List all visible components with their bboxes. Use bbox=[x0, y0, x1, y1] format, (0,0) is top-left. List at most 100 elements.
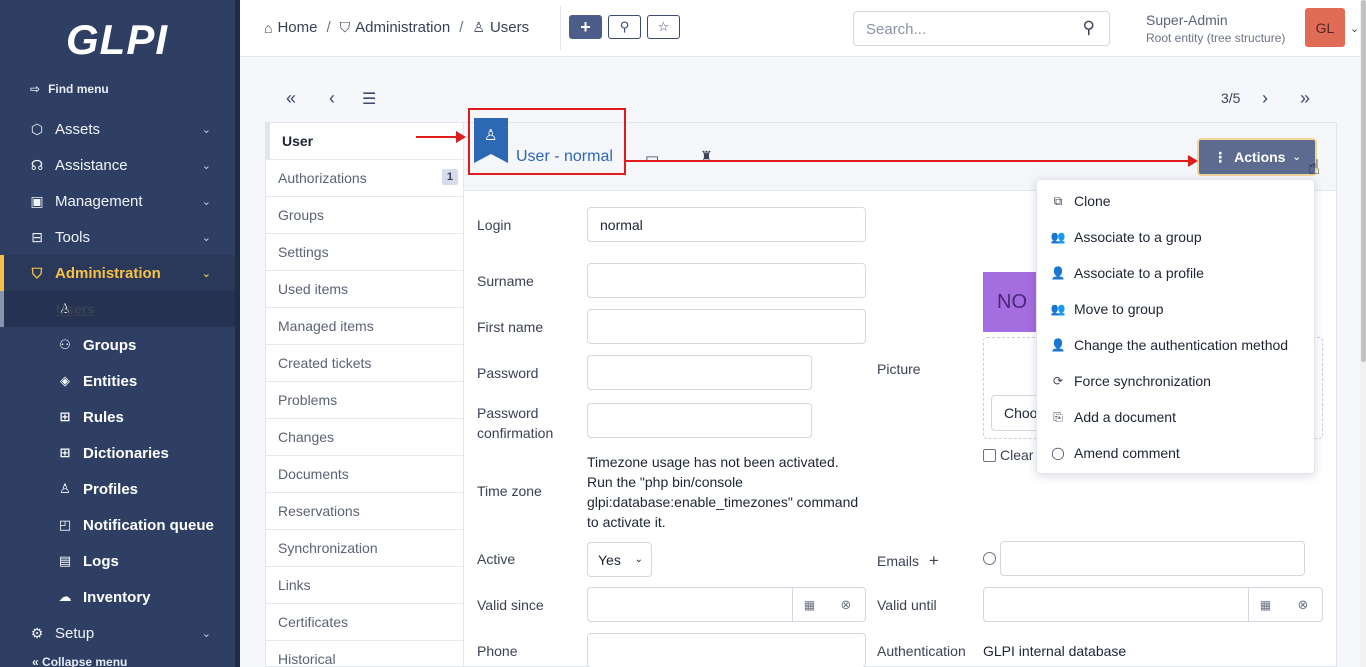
tab-settings[interactable]: Settings bbox=[266, 234, 463, 271]
menu-item-associate-group[interactable]: 👥 Associate to a group bbox=[1037, 219, 1316, 255]
sidebar-subitem-rules[interactable]: ⊞ Rules bbox=[0, 399, 235, 435]
tab-historical[interactable]: Historical bbox=[266, 641, 463, 667]
sidebar-subitem-profiles[interactable]: ♙ Profiles bbox=[0, 471, 235, 507]
sidebar-subitem-label: Rules bbox=[83, 408, 124, 426]
add-button[interactable]: + bbox=[569, 15, 602, 39]
tab-changes[interactable]: Changes bbox=[266, 419, 463, 456]
sidebar-subitem-inventory[interactable]: ☁ Inventory bbox=[0, 579, 235, 615]
sidebar-subitem-entities[interactable]: ◈ Entities bbox=[0, 363, 235, 399]
toolbar-divider bbox=[560, 6, 561, 50]
kebab-icon: ⋮ bbox=[1213, 148, 1228, 165]
firstname-input[interactable] bbox=[587, 309, 866, 344]
id-card-icon[interactable]: ▭ bbox=[645, 149, 659, 167]
sidebar-item-setup[interactable]: ⚙ Setup ⌄ bbox=[0, 615, 235, 651]
login-input[interactable]: normal bbox=[587, 207, 866, 242]
global-search-input[interactable]: Search... ⚲ bbox=[853, 11, 1110, 46]
sidebar-item-assistance[interactable]: ☊ Assistance ⌄ bbox=[0, 147, 235, 183]
sidebar-item-administration[interactable]: ⛉ Administration ⌄ bbox=[0, 255, 235, 291]
tab-managed-items[interactable]: Managed items bbox=[266, 308, 463, 345]
tab-label: User bbox=[282, 133, 314, 149]
book-icon: ⊞ bbox=[59, 409, 71, 424]
bookmark-button[interactable]: ☆ bbox=[647, 15, 680, 39]
password-input[interactable] bbox=[587, 355, 812, 390]
menu-item-label: Amend comment bbox=[1074, 445, 1180, 461]
sidebar-scrollbar[interactable] bbox=[235, 0, 240, 667]
user-check-icon: ♙ bbox=[59, 481, 71, 496]
breadcrumb-home[interactable]: Home bbox=[277, 19, 317, 36]
menu-item-amend-comment[interactable]: ◯ Amend comment bbox=[1037, 435, 1316, 471]
tab-label: Problems bbox=[278, 392, 338, 408]
firstname-label: First name bbox=[477, 319, 544, 335]
tab-synchronization[interactable]: Synchronization bbox=[266, 530, 463, 567]
robot-icon[interactable]: ♜ bbox=[700, 148, 713, 165]
sidebar-item-tools[interactable]: ⊟ Tools ⌄ bbox=[0, 219, 235, 255]
clear-icon[interactable]: ⊗ bbox=[1286, 587, 1320, 622]
double-chevron-left-icon: « bbox=[32, 655, 39, 667]
menu-item-force-sync[interactable]: ⟳ Force synchronization bbox=[1037, 363, 1316, 399]
glpi-logo[interactable]: GLPI bbox=[66, 16, 168, 64]
breadcrumb-users[interactable]: Users bbox=[490, 19, 529, 36]
surname-label: Surname bbox=[477, 273, 534, 289]
collapse-menu-button[interactable]: « Collapse menu bbox=[32, 655, 127, 667]
layers-icon: ◈ bbox=[60, 373, 70, 388]
checkbox[interactable] bbox=[983, 448, 996, 462]
tab-links[interactable]: Links bbox=[266, 567, 463, 604]
page-scrollbar-thumb[interactable] bbox=[1361, 0, 1366, 362]
last-record-button[interactable]: » bbox=[1300, 88, 1310, 109]
menu-item-add-document[interactable]: ⎘ Add a document bbox=[1037, 399, 1316, 435]
sidebar-subitem-users[interactable]: ♙ Users bbox=[0, 291, 235, 327]
default-email-radio[interactable] bbox=[983, 552, 996, 565]
sidebar-subitem-groups[interactable]: ⚇ Groups bbox=[0, 327, 235, 363]
menu-item-clone[interactable]: ⧉ Clone bbox=[1037, 183, 1316, 219]
timezone-note: Timezone usage has not been activated. R… bbox=[587, 454, 859, 530]
sidebar-subitem-notification-queue[interactable]: ◰ Notification queue bbox=[0, 507, 235, 543]
tab-documents[interactable]: Documents bbox=[266, 456, 463, 493]
first-record-button[interactable]: « bbox=[286, 88, 296, 109]
list-view-button[interactable]: ☰ bbox=[362, 89, 376, 109]
tab-reservations[interactable]: Reservations bbox=[266, 493, 463, 530]
active-value: Yes bbox=[598, 552, 621, 568]
tab-list: User Authorizations 1 Groups Settings Use… bbox=[265, 122, 464, 667]
menu-item-move-to-group[interactable]: 👥 Move to group bbox=[1037, 291, 1316, 327]
clear-icon[interactable]: ⊗ bbox=[829, 587, 863, 622]
tab-created-tickets[interactable]: Created tickets bbox=[266, 345, 463, 382]
tab-problems[interactable]: Problems bbox=[266, 382, 463, 419]
search-icon[interactable]: ⚲ bbox=[1083, 18, 1095, 38]
menu-item-associate-profile[interactable]: 👤 Associate to a profile bbox=[1037, 255, 1316, 291]
sidebar-subitem-logs[interactable]: ▤ Logs bbox=[0, 543, 235, 579]
password-confirmation-input[interactable] bbox=[587, 403, 812, 438]
phone-input[interactable] bbox=[587, 633, 866, 667]
menu-item-change-auth[interactable]: 👤 Change the authentication method bbox=[1037, 327, 1316, 363]
tab-label: Historical bbox=[278, 651, 336, 667]
actions-button[interactable]: ⋮ Actions ⌄ bbox=[1197, 138, 1317, 176]
search-button[interactable]: ⚲ bbox=[608, 15, 641, 39]
user-info[interactable]: Super-Admin Root entity (tree structure) bbox=[1146, 12, 1285, 45]
menu-item-label: Force synchronization bbox=[1074, 373, 1211, 389]
annotation-arrow bbox=[416, 131, 466, 143]
tab-certificates[interactable]: Certificates bbox=[266, 604, 463, 641]
previous-record-button[interactable]: ‹ bbox=[329, 88, 335, 109]
plus-icon[interactable]: + bbox=[929, 551, 939, 570]
sidebar-item-assets[interactable]: ⬡ Assets ⌄ bbox=[0, 111, 235, 147]
avatar[interactable]: GL bbox=[1305, 8, 1345, 47]
sidebar-subitem-label: Users bbox=[56, 301, 95, 317]
calendar-icon[interactable]: ▦ bbox=[792, 587, 826, 622]
shield-icon: ⛉ bbox=[339, 19, 351, 35]
active-select[interactable]: Yes ⌄ bbox=[587, 542, 652, 577]
tab-user[interactable]: User bbox=[266, 123, 463, 160]
calendar-icon[interactable]: ▦ bbox=[1248, 587, 1282, 622]
tab-label: Changes bbox=[278, 429, 335, 445]
sidebar-subitem-label: Entities bbox=[83, 372, 138, 390]
sidebar-item-management[interactable]: ▣ Management ⌄ bbox=[0, 183, 235, 219]
next-record-button[interactable]: › bbox=[1262, 88, 1268, 109]
find-menu-link[interactable]: ⇨ Find menu bbox=[30, 82, 109, 96]
surname-input[interactable] bbox=[587, 263, 866, 298]
clear-picture-checkbox[interactable]: Clear bbox=[983, 447, 1033, 463]
email-input[interactable] bbox=[1000, 541, 1305, 576]
tab-used-items[interactable]: Used items bbox=[266, 271, 463, 308]
chevron-down-icon[interactable]: ⌄ bbox=[1350, 22, 1359, 35]
sidebar-subitem-dictionaries[interactable]: ⊞ Dictionaries bbox=[0, 435, 235, 471]
breadcrumb-administration[interactable]: Administration bbox=[355, 19, 450, 36]
tab-authorizations[interactable]: Authorizations 1 bbox=[266, 160, 463, 197]
tab-groups[interactable]: Groups bbox=[266, 197, 463, 234]
